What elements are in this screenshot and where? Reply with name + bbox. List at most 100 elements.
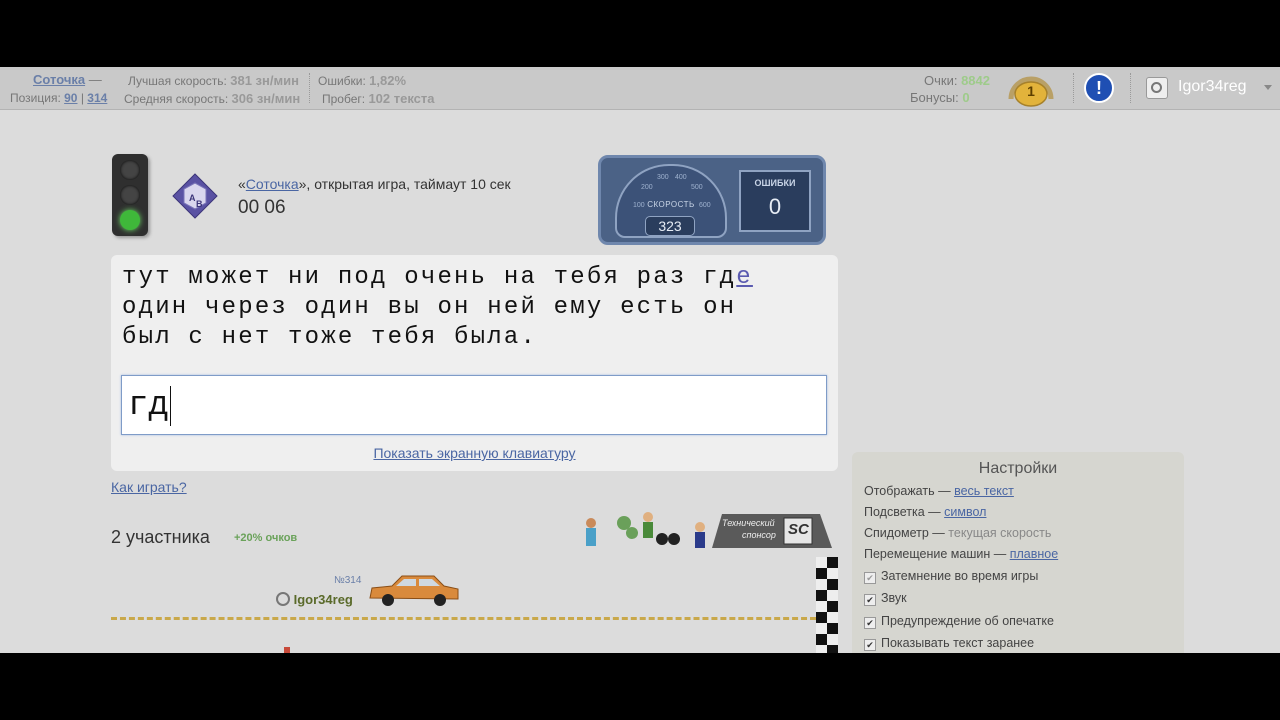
game-info: «Соточка», открытая игра, таймаут 10 сек: [238, 176, 511, 192]
points-label: Очки:: [924, 73, 958, 88]
checkbox-checked-icon[interactable]: ✔: [864, 617, 876, 629]
avg-speed-label: Средняя скорость:: [124, 92, 229, 106]
level-badge[interactable]: 1: [1008, 69, 1054, 107]
current-char: е: [736, 264, 753, 291]
speed-gauge: 100 200 300 400 500 600 СКОРОСТЬ 323: [615, 164, 727, 238]
setting-highlight-link[interactable]: символ: [944, 505, 986, 519]
show-keyboard-link[interactable]: Показать экранную клавиатуру: [111, 445, 838, 461]
mileage-value: 102 текста: [368, 91, 435, 106]
game-timer: 00 06: [238, 197, 286, 218]
avatar: [1146, 77, 1168, 99]
divider: [1130, 73, 1132, 103]
participants-bonus: +20% очков: [234, 532, 298, 544]
dash: —: [88, 72, 102, 87]
mode-name-link[interactable]: Соточка: [246, 176, 299, 192]
alert-button[interactable]: !: [1084, 73, 1114, 103]
scale-tick-label: 300: [657, 174, 669, 181]
how-to-play-link[interactable]: Как играть?: [111, 479, 187, 495]
position-label: Позиция:: [10, 91, 61, 105]
setting-highlight: Подсветка — символ: [864, 505, 986, 519]
speed-title: СКОРОСТЬ: [647, 200, 695, 209]
position-separator: |: [80, 91, 84, 105]
setting-cars-label: Перемещение машин —: [864, 547, 1007, 561]
checkbox-checked-icon[interactable]: ✔: [864, 572, 876, 584]
setting-cars-link[interactable]: плавное: [1010, 547, 1058, 561]
setting-dim[interactable]: ✔ Затемнение во время игры: [864, 569, 1038, 584]
setting-highlight-label: Подсветка —: [864, 505, 941, 519]
cube-letter-b: B: [196, 199, 203, 209]
speed-value: 323: [645, 216, 695, 236]
show-keyboard-label: Показать экранную клавиатуру: [373, 445, 576, 461]
finish-line: [816, 557, 838, 653]
race-lane-line: [111, 617, 816, 620]
user-name: Igor34reg: [1178, 78, 1247, 95]
next-lane-marker-icon: [284, 647, 290, 653]
exclamation-icon: !: [1096, 78, 1102, 98]
scale-tick-label: 500: [691, 184, 703, 191]
setting-display: Отображать — весь текст: [864, 484, 1014, 498]
position-link-2[interactable]: 314: [87, 91, 107, 105]
setting-speedo-value[interactable]: текущая скорость: [948, 526, 1051, 540]
yellow-lamp-icon: [120, 185, 140, 205]
race-text: тут может ни под очень на тебя раз где о…: [122, 263, 822, 353]
participants-count: 2 участника: [111, 527, 210, 547]
typed-text: тут может ни под очень на тебя раз гд: [122, 264, 737, 291]
spectators: [582, 509, 712, 555]
checkbox-checked-icon[interactable]: ✔: [864, 639, 876, 651]
checkbox-checked-icon[interactable]: ✔: [864, 594, 876, 606]
race-type-cube: A B: [172, 173, 218, 219]
setting-car-movement: Перемещение машин — плавное: [864, 547, 1058, 561]
scale-tick-label: 200: [641, 184, 653, 191]
setting-display-label: Отображать —: [864, 484, 951, 498]
avg-speed: Средняя скорость: 306 зн/мин: [124, 91, 300, 106]
best-speed: Лучшая скорость: 381 зн/мин: [128, 73, 299, 88]
top-stats-bar: Соточка — Позиция: 90 | 314 Лучшая скоро…: [0, 67, 1280, 110]
sponsor-line-2: спонсор: [742, 530, 776, 540]
points-value: 8842: [961, 73, 990, 88]
setting-dim-label: Затемнение во время игры: [881, 569, 1039, 583]
setting-display-link[interactable]: весь текст: [954, 484, 1014, 498]
game-description: », открытая игра, таймаут 10 сек: [298, 176, 511, 192]
setting-preview-label: Показывать текст заранее: [881, 636, 1035, 650]
tech-sponsor-banner[interactable]: Технический спонсор SC: [712, 512, 832, 548]
errors-value: 1,82%: [369, 73, 407, 88]
settings-panel: Настройки Отображать — весь текст Подсве…: [852, 452, 1184, 653]
position-link-1[interactable]: 90: [64, 91, 77, 105]
bonus-label: Бонусы:: [910, 90, 959, 105]
setting-typo-warning[interactable]: ✔ Предупреждение об опечатке: [864, 614, 1054, 629]
typing-input[interactable]: гд: [121, 375, 827, 435]
speedometer: 100 200 300 400 500 600 СКОРОСТЬ 323 ОШИ…: [598, 155, 826, 245]
bonus-stat: Бонусы: 0: [910, 90, 970, 105]
typing-panel: тут может ни под очень на тебя раз где о…: [111, 255, 838, 471]
errors-label: Ошибки:: [318, 74, 366, 88]
spectators-icon: [586, 512, 705, 548]
racer-avatar-icon: [276, 592, 290, 606]
points-stat: Очки: 8842: [924, 73, 990, 88]
errors-box: ОШИБКИ 0: [739, 170, 811, 232]
avatar-face-icon: [1151, 82, 1162, 93]
racer-rank: №314: [334, 575, 362, 586]
mode-link[interactable]: Соточка: [33, 72, 85, 87]
setting-preview-text[interactable]: ✔ Показывать текст заранее: [864, 636, 1034, 651]
errors-title: ОШИБКИ: [754, 178, 796, 188]
best-speed-label: Лучшая скорость:: [128, 74, 227, 88]
text-line-2: один через один вы он ней ему есть он: [122, 294, 737, 321]
errors-stat: Ошибки: 1,82%: [318, 73, 406, 88]
user-menu[interactable]: Igor34reg: [1146, 77, 1276, 99]
green-lamp-icon: [120, 210, 140, 230]
setting-typo-label: Предупреждение об опечатке: [881, 614, 1054, 628]
level-number: 1: [1027, 83, 1035, 99]
avg-speed-value: 306 зн/мин: [231, 91, 301, 106]
mileage-stat: Пробег: 102 текста: [322, 91, 435, 106]
chevron-down-icon: [1264, 85, 1272, 90]
setting-sound[interactable]: ✔ Звук: [864, 591, 907, 606]
player-car: [368, 574, 460, 613]
setting-sound-label: Звук: [881, 591, 907, 605]
traffic-light: [112, 154, 148, 236]
bonus-value: 0: [962, 90, 970, 105]
sponsor-line-1: Технический: [722, 518, 775, 528]
scale-tick-label: 400: [675, 174, 687, 181]
profile-title: Соточка —: [33, 72, 102, 87]
divider: [309, 73, 311, 103]
text-line-3: был с нет тоже тебя была.: [122, 324, 538, 351]
